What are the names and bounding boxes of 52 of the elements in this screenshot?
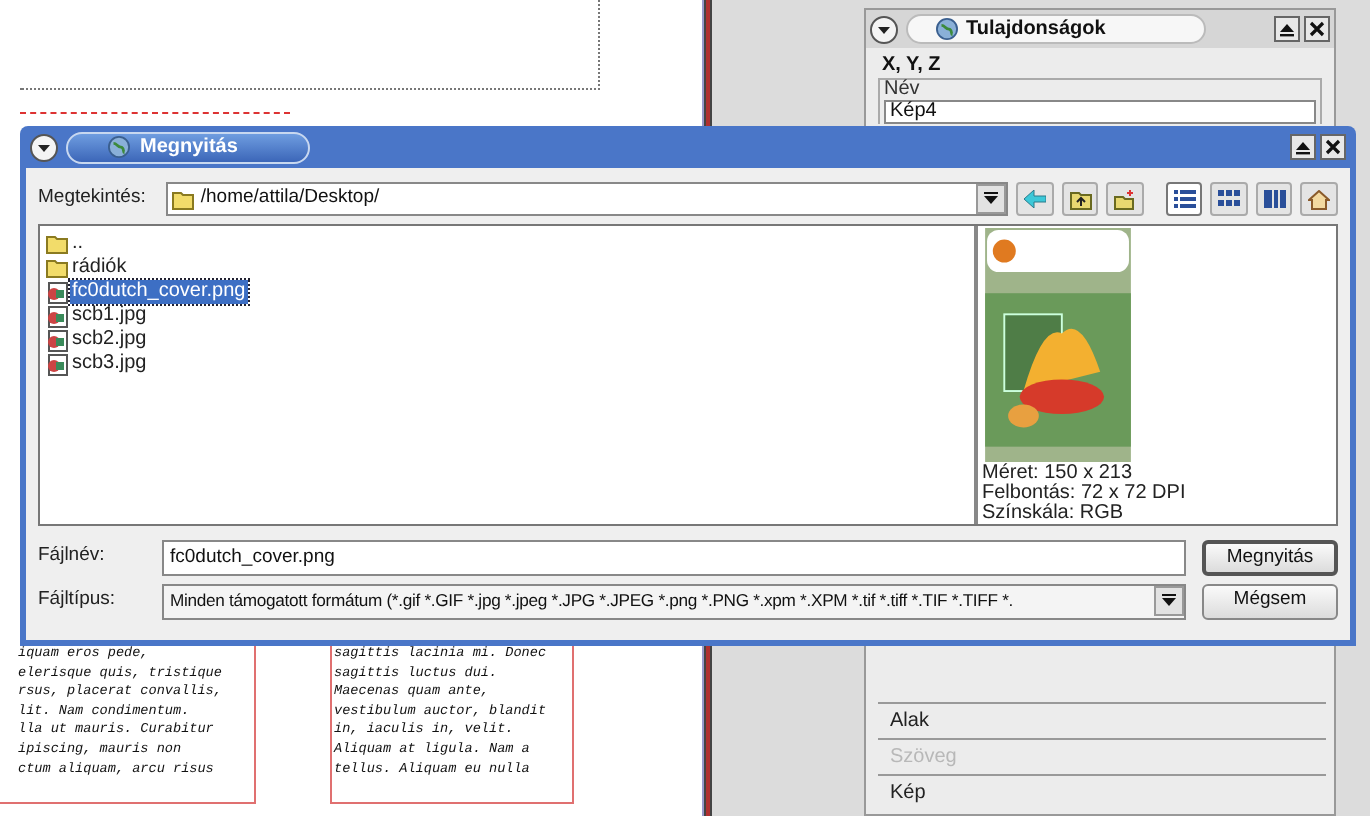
image-file-icon bbox=[46, 305, 68, 327]
close-button[interactable] bbox=[1320, 134, 1346, 160]
path-combo[interactable]: /home/attila/Desktop/ bbox=[166, 182, 1009, 216]
cancel-button[interactable]: Mégsem bbox=[1202, 583, 1338, 619]
panel-tab[interactable]: X, Y, Z bbox=[882, 54, 1334, 76]
detail-view-icon bbox=[1173, 190, 1196, 208]
open-button[interactable]: Megnyitás bbox=[1202, 539, 1338, 575]
home-button[interactable] bbox=[1300, 182, 1339, 216]
folder-up-icon bbox=[1069, 189, 1092, 209]
maximize-button[interactable] bbox=[1290, 134, 1316, 160]
view-mode-button[interactable] bbox=[1255, 182, 1293, 216]
folder-icon bbox=[46, 234, 68, 254]
image-file-icon bbox=[46, 281, 68, 303]
file-item[interactable]: scb2.jpg bbox=[46, 328, 974, 352]
look-in-label: Megtekintés: bbox=[38, 184, 148, 213]
column-view-icon bbox=[1263, 190, 1286, 208]
filetype-combo[interactable]: Minden támogatott formátum (*.gif *.GIF *.jpg *.jpeg *.JPG *.JPEG *.png *.PNG *.xpm *.XPM *.tif *.tiff *.TIF *.TIFF *. bbox=[162, 583, 1186, 619]
back-arrow-icon bbox=[1023, 190, 1046, 208]
preview-info-text: Felbontás: 72 x 72 DPI bbox=[982, 484, 1188, 504]
view-mode-button[interactable] bbox=[1210, 182, 1248, 216]
filename-field[interactable]: fc0dutch_cover.png bbox=[162, 539, 1186, 575]
group-label: Név bbox=[884, 80, 922, 100]
new-folder-icon bbox=[1114, 189, 1137, 209]
preview-info-text: Színskála: RGB bbox=[982, 504, 1126, 524]
menu-icon[interactable] bbox=[30, 133, 58, 161]
icon-view-icon bbox=[1218, 190, 1241, 208]
file-item[interactable]: scb3.jpg bbox=[46, 352, 974, 376]
file-item[interactable]: .. bbox=[46, 232, 974, 256]
image-file-icon bbox=[46, 353, 68, 375]
filename-label: Fájlnév: bbox=[38, 542, 107, 571]
file-item[interactable]: scb1.jpg bbox=[46, 304, 974, 328]
file-item[interactable]: fc0dutch_cover.png bbox=[46, 280, 974, 304]
view-mode-button[interactable] bbox=[1165, 182, 1203, 216]
file-item[interactable]: rádiók bbox=[46, 256, 974, 280]
home-icon bbox=[1308, 189, 1331, 209]
close-button[interactable] bbox=[1304, 16, 1330, 42]
panel-title: Tulajdonságok bbox=[906, 14, 1206, 44]
dialog-title: Megnyitás bbox=[66, 131, 310, 163]
globe-icon bbox=[936, 18, 958, 40]
globe-icon bbox=[108, 136, 130, 158]
folder-icon bbox=[172, 189, 195, 209]
maximize-button[interactable] bbox=[1274, 16, 1300, 42]
filetype-label: Fájltípus: bbox=[38, 586, 118, 615]
section-header[interactable]: Kép bbox=[878, 774, 1326, 810]
new-folder-button[interactable] bbox=[1106, 182, 1144, 216]
name-field[interactable]: Kép4 bbox=[884, 100, 1316, 124]
parent-folder-button[interactable] bbox=[1061, 182, 1099, 216]
menu-icon[interactable] bbox=[870, 15, 898, 43]
preview-info-text: Méret: 150 x 213 bbox=[982, 464, 1135, 484]
section-header[interactable]: Alak bbox=[878, 702, 1326, 738]
folder-icon bbox=[46, 258, 68, 278]
image-file-icon bbox=[46, 329, 68, 351]
